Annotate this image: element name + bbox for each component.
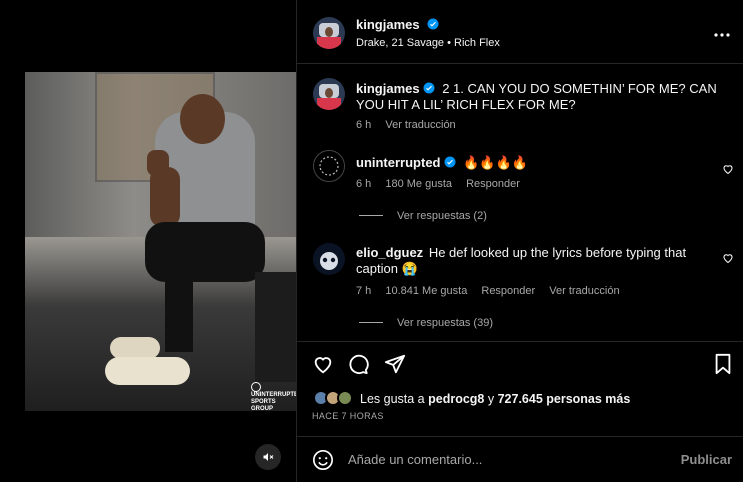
view-replies-link[interactable]: Ver respuestas (39) [359, 317, 493, 329]
author-avatar[interactable] [313, 17, 345, 49]
share-icon[interactable] [384, 353, 406, 375]
heart-icon[interactable] [312, 353, 334, 375]
more-options-button[interactable] [714, 24, 730, 42]
add-comment-bar: Añade un comentario... Publicar [297, 436, 743, 482]
post-music[interactable]: Drake, 21 Savage • Rich Flex [356, 37, 500, 49]
post-timestamp: HACE 7 HORAS [312, 411, 384, 421]
view-replies-label: Ver respuestas (39) [397, 317, 493, 329]
comment-likes[interactable]: 180 Me gusta [385, 178, 452, 190]
view-replies-link[interactable]: Ver respuestas (2) [359, 210, 487, 222]
post-header: kingjames Drake, 21 Savage • Rich Flex [297, 0, 743, 64]
emoji-icon[interactable] [312, 449, 334, 471]
caption-translate-link[interactable]: Ver traducción [385, 119, 455, 131]
media-panel: UNINTERRUPTEDSPORTS GROUP [0, 0, 296, 482]
comment-author[interactable]: elio_dguez [356, 245, 423, 260]
post-image[interactable]: UNINTERRUPTEDSPORTS GROUP [25, 72, 296, 411]
more-options-icon [714, 33, 730, 37]
comment-row: uninterrupted 🔥🔥🔥🔥 [356, 155, 528, 171]
comments-list[interactable]: kingjames 2 1. CAN YOU DO SOMETHIN’ FOR … [297, 64, 743, 342]
likes-summary[interactable]: Les gusta a pedrocg8 y 727.645 personas … [360, 392, 630, 406]
comment-meta: 6 h 180 Me gusta Responder [356, 178, 531, 190]
comment-like-icon[interactable] [722, 252, 734, 264]
comment-row: elio_dguez He def looked up the lyrics b… [356, 245, 696, 277]
post-side-panel: kingjames Drake, 21 Savage • Rich Flex k… [296, 0, 743, 482]
likes-count[interactable]: 727.645 personas más [498, 392, 631, 406]
comment-likes[interactable]: 10.841 Me gusta [385, 285, 467, 297]
liker-avatars[interactable] [313, 390, 357, 410]
comment-time: 7 h [356, 285, 372, 297]
comment-reply-link[interactable]: Responder [466, 178, 520, 190]
caption-author-avatar[interactable] [313, 78, 345, 110]
caption-time: 6 h [356, 119, 372, 131]
comment-reply-link[interactable]: Responder [481, 285, 535, 297]
comment-avatar[interactable] [313, 243, 345, 275]
comment-author[interactable]: uninterrupted [356, 155, 441, 170]
comment-icon[interactable] [347, 353, 369, 375]
save-icon[interactable] [712, 353, 734, 375]
mute-icon [263, 453, 274, 461]
verified-icon [423, 82, 435, 94]
author-username[interactable]: kingjames [356, 17, 420, 32]
likes-middle: y [484, 392, 498, 406]
comment-avatar[interactable] [313, 150, 345, 182]
likes-user[interactable]: pedrocg8 [428, 392, 484, 406]
image-watermark-logo: UNINTERRUPTEDSPORTS GROUP [251, 382, 296, 411]
comment-translate-link[interactable]: Ver traducción [549, 285, 619, 297]
comment-like-icon[interactable] [722, 163, 734, 175]
post-comment-button[interactable]: Publicar [681, 452, 732, 467]
mute-button[interactable] [255, 444, 281, 470]
comment-input[interactable]: Añade un comentario... [348, 452, 482, 467]
verified-icon [444, 156, 455, 168]
verified-icon [427, 18, 439, 30]
view-replies-label: Ver respuestas (2) [397, 210, 487, 222]
comment-text: 🔥🔥🔥🔥 [463, 155, 528, 170]
comment-time: 6 h [356, 178, 372, 190]
caption-author[interactable]: kingjames [356, 81, 420, 96]
comment-meta: 7 h 10.841 Me gusta Responder Ver traduc… [356, 285, 631, 297]
caption-meta: 6 h Ver traducción [356, 119, 467, 131]
likes-prefix: Les gusta a [360, 392, 425, 406]
caption: kingjames 2 1. CAN YOU DO SOMETHIN’ FOR … [356, 81, 728, 113]
